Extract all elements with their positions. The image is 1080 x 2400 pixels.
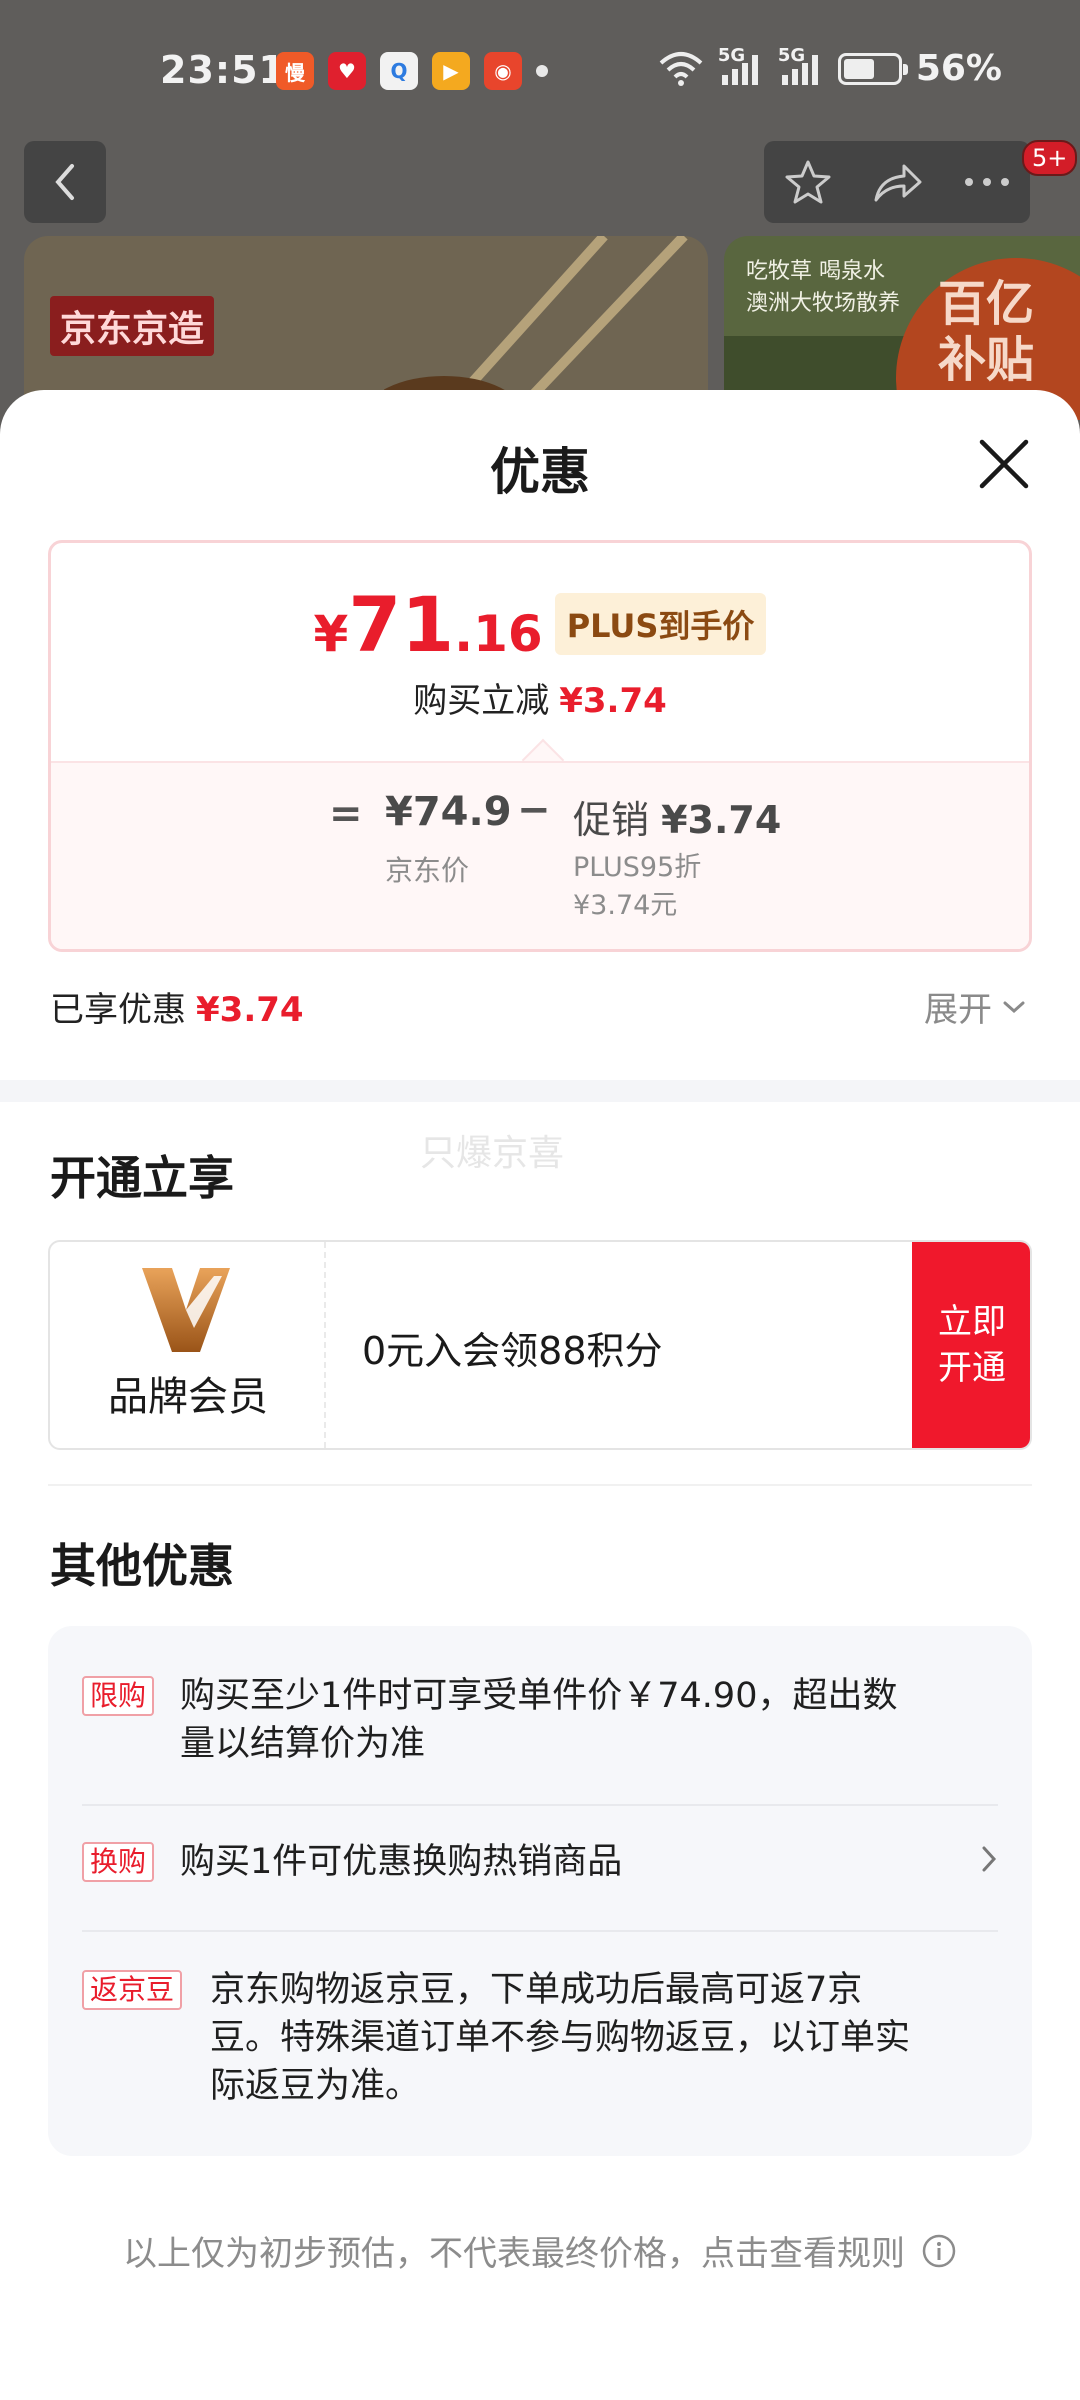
jd-price-value: ¥74.9 (385, 789, 512, 835)
sheet-title: 优惠 (490, 443, 590, 501)
list-item: 返京豆 京东购物返京豆，下单成功后最高可返7京 豆。特殊渠道订单不参与购物返豆，… (82, 1966, 998, 2116)
enjoyed-discount: 已享优惠 ¥3.74 (50, 990, 304, 1030)
notification-icons: 慢 ♥ Q ▶ ◉ (276, 52, 548, 90)
price-breakdown: = ¥74.9 京东价 − 促销 ¥3.74 PLUS95折 ¥3.74元 (51, 761, 1029, 949)
close-icon[interactable] (976, 436, 1032, 492)
open-section-title: 开通立享 (50, 1151, 234, 1205)
final-price-value: ¥ 71 .16 (313, 580, 543, 669)
battery-percent: 56% (915, 48, 1002, 89)
signal-icon-2: 5G (778, 45, 824, 89)
offer-text: 京东购物返京豆，下单成功后最高可返7京 豆。特殊渠道订单不参与购物返豆，以订单实… (210, 1970, 911, 2106)
signal-icon-1: 5G (718, 45, 764, 89)
system-indicators: 5G 5G 56% (658, 45, 1002, 89)
plus-price-tag: PLUS到手价 (554, 593, 767, 655)
expand-button[interactable]: 展开 (924, 982, 1026, 1031)
promo-detail: PLUS95折 ¥3.74元 (573, 852, 702, 921)
status-time: 23:51 (160, 48, 286, 92)
search-app-icon: Q (380, 52, 418, 90)
background-page: 23:51 慢 ♥ Q ▶ ◉ 5G 5G 56% 5+ 京东京造 吃牧草 喝泉… (0, 0, 1080, 420)
equals-sign: = (329, 791, 363, 837)
join-now-button[interactable]: 立即 开通 (912, 1242, 1030, 1448)
message-count-badge: 5+ (1022, 140, 1078, 176)
top-actions-bar (764, 141, 1030, 223)
brand-tag: 京东京造 (50, 296, 215, 356)
section-divider (0, 1080, 1080, 1102)
brand-v-logo-icon (142, 1268, 230, 1352)
heart-app-icon: ♥ (328, 52, 366, 90)
jd-app-icon: 慢 (276, 52, 314, 90)
ad-banner-text: 吃牧草 喝泉水 澳洲大牧场散养 (746, 259, 901, 316)
subsidy-badge-text: 百亿 补贴 (938, 276, 1035, 388)
limit-purchase-tag: 限购 (82, 1676, 155, 1716)
other-section-title: 其他优惠 (50, 1539, 234, 1593)
final-price: ¥ 71 .16 PLUS到手价 (51, 587, 1029, 663)
member-brand: 品牌会员 (50, 1242, 326, 1448)
rules-note[interactable]: 以上仅为初步预估，不代表最终价格，点击查看规则 (0, 2226, 1080, 2275)
watermark-text: 只爆京喜 (420, 1133, 565, 1174)
back-button[interactable] (24, 141, 106, 223)
more-notifications-dot (536, 65, 548, 77)
member-label: 品牌会员 (108, 1374, 268, 1420)
star-icon[interactable] (783, 157, 833, 207)
video-app-icon: ▶ (432, 52, 470, 90)
offer-text: 购买1件可优惠换购热销商品 (180, 1842, 623, 1882)
divider (48, 1484, 1032, 1486)
promo-amount: 促销 ¥3.74 (573, 798, 782, 842)
chevron-down-icon (1003, 1001, 1025, 1013)
battery-icon (837, 52, 908, 85)
brand-member-card[interactable]: 品牌会员 0元入会领88积分 立即 开通 (48, 1240, 1032, 1450)
chevron-left-icon (55, 164, 74, 200)
list-item: 限购 购买至少1件时可享受单件价￥74.90，超出数 量以结算价为准 (82, 1672, 998, 1772)
jd-price-label: 京东价 (385, 854, 470, 887)
status-bar: 23:51 慢 ♥ Q ▶ ◉ 5G 5G 56% (0, 0, 1080, 140)
list-item[interactable]: 换购 购买1件可优惠换购热销商品 (82, 1838, 998, 1898)
offer-divider (82, 1930, 998, 1932)
member-offer-text: 0元入会领88积分 (362, 1329, 663, 1373)
return-beans-tag: 返京豆 (82, 1970, 183, 2010)
more-icon[interactable] (963, 176, 1011, 188)
minus-sign: − (517, 787, 551, 833)
other-offers-list: 限购 购买至少1件时可享受单件价￥74.90，超出数 量以结算价为准 换购 购买… (48, 1626, 1032, 2156)
offer-divider (82, 1804, 998, 1806)
share-icon[interactable] (872, 160, 924, 204)
instant-reduction: 购买立减 ¥3.74 (413, 681, 667, 721)
info-icon[interactable] (921, 2233, 957, 2269)
wifi-icon (659, 51, 703, 86)
offer-text: 购买至少1件时可享受单件价￥74.90，超出数 量以结算价为准 (180, 1676, 898, 1764)
discount-sheet: 优惠 ¥ 71 .16 PLUS到手价 购买立减 ¥3.74 = ¥74.9 京东… (0, 390, 1080, 2400)
exchange-tag: 换购 (82, 1842, 155, 1882)
price-summary-card: ¥ 71 .16 PLUS到手价 购买立减 ¥3.74 = ¥74.9 京东价 −… (48, 540, 1032, 952)
shop-app-icon: ◉ (484, 52, 522, 90)
chevron-right-icon (982, 1846, 997, 1872)
